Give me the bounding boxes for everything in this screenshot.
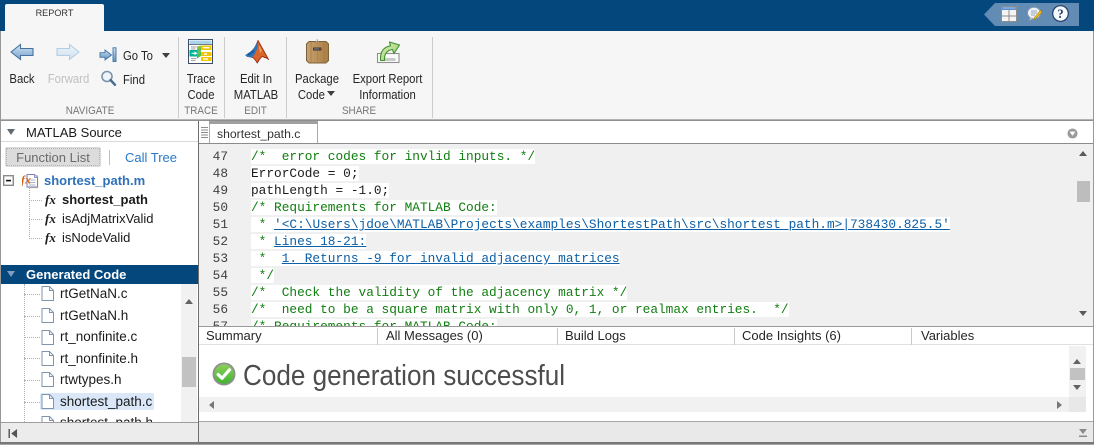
svg-text:?: ? (1057, 7, 1063, 21)
svg-text:fx: fx (22, 173, 31, 187)
